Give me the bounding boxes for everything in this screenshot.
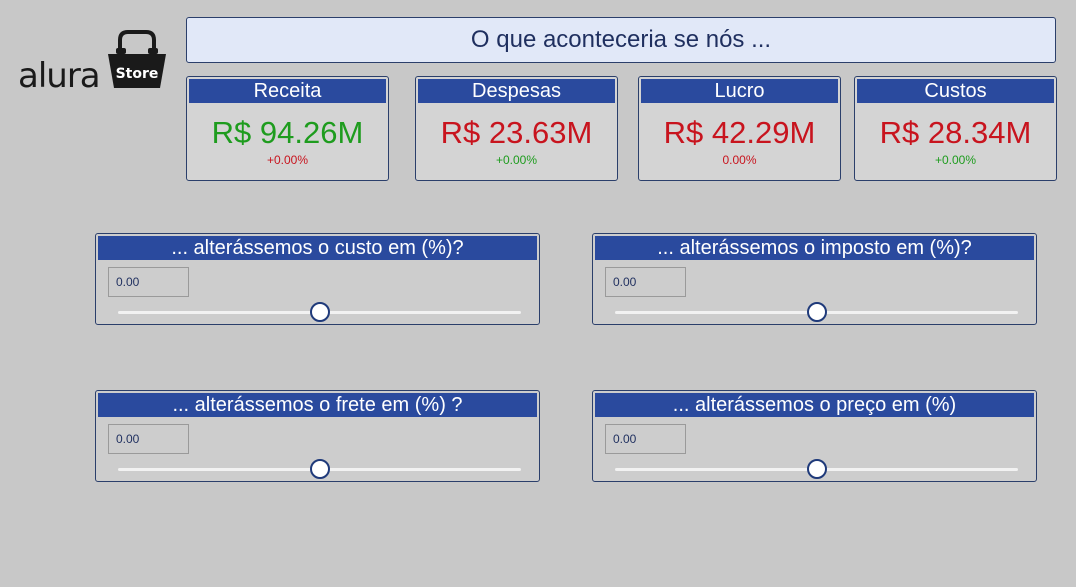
preco-slider-thumb[interactable] bbox=[806, 459, 827, 479]
page-title: O que aconteceria se nós ... bbox=[186, 17, 1056, 63]
kpi-delta: +0.00% bbox=[495, 153, 538, 167]
kpi-value: R$ 94.26M bbox=[211, 115, 364, 150]
kpi-card-despesas: Despesas R$ 23.63M +0.00% bbox=[415, 76, 618, 181]
slider-panel-imposto: ... alterássemos o imposto em (%)? 0.00 bbox=[592, 233, 1037, 325]
preco-slider-track[interactable] bbox=[615, 459, 1018, 479]
kpi-value: R$ 28.34M bbox=[879, 115, 1032, 150]
slider-panel-preco: ... alterássemos o preço em (%) 0.00 bbox=[592, 390, 1037, 482]
custo-slider-track[interactable] bbox=[118, 302, 521, 322]
kpi-label: Receita bbox=[189, 79, 386, 103]
shopping-basket-icon: Store bbox=[108, 30, 166, 88]
kpi-label: Lucro bbox=[641, 79, 838, 103]
slider-panel-frete: ... alterássemos o frete em (%) ? 0.00 bbox=[95, 390, 540, 482]
imposto-slider-thumb[interactable] bbox=[806, 302, 827, 322]
slider-label: ... alterássemos o imposto em (%)? bbox=[595, 236, 1034, 260]
alura-store-logo: alura Store bbox=[18, 28, 168, 96]
kpi-value: R$ 23.63M bbox=[440, 115, 593, 150]
kpi-delta: 0.00% bbox=[722, 153, 757, 167]
kpi-card-custos: Custos R$ 28.34M +0.00% bbox=[854, 76, 1057, 181]
preco-value-input[interactable]: 0.00 bbox=[605, 424, 686, 454]
slider-label: ... alterássemos o frete em (%) ? bbox=[98, 393, 537, 417]
kpi-delta: +0.00% bbox=[934, 153, 977, 167]
slider-label: ... alterássemos o custo em (%)? bbox=[98, 236, 537, 260]
frete-slider-thumb[interactable] bbox=[309, 459, 330, 479]
slider-label: ... alterássemos o preço em (%) bbox=[595, 393, 1034, 417]
kpi-label: Despesas bbox=[418, 79, 615, 103]
imposto-value-input[interactable]: 0.00 bbox=[605, 267, 686, 297]
custo-slider-thumb[interactable] bbox=[309, 302, 330, 322]
logo-badge-text: Store bbox=[116, 66, 159, 82]
kpi-card-lucro: Lucro R$ 42.29M 0.00% bbox=[638, 76, 841, 181]
kpi-value: R$ 42.29M bbox=[663, 115, 816, 150]
kpi-delta: +0.00% bbox=[266, 153, 309, 167]
custo-value-input[interactable]: 0.00 bbox=[108, 267, 189, 297]
frete-slider-track[interactable] bbox=[118, 459, 521, 479]
imposto-slider-track[interactable] bbox=[615, 302, 1018, 322]
logo-brand-text: alura bbox=[18, 56, 101, 96]
frete-value-input[interactable]: 0.00 bbox=[108, 424, 189, 454]
kpi-card-receita: Receita R$ 94.26M +0.00% bbox=[186, 76, 389, 181]
slider-panel-custo: ... alterássemos o custo em (%)? 0.00 bbox=[95, 233, 540, 325]
kpi-label: Custos bbox=[857, 79, 1054, 103]
